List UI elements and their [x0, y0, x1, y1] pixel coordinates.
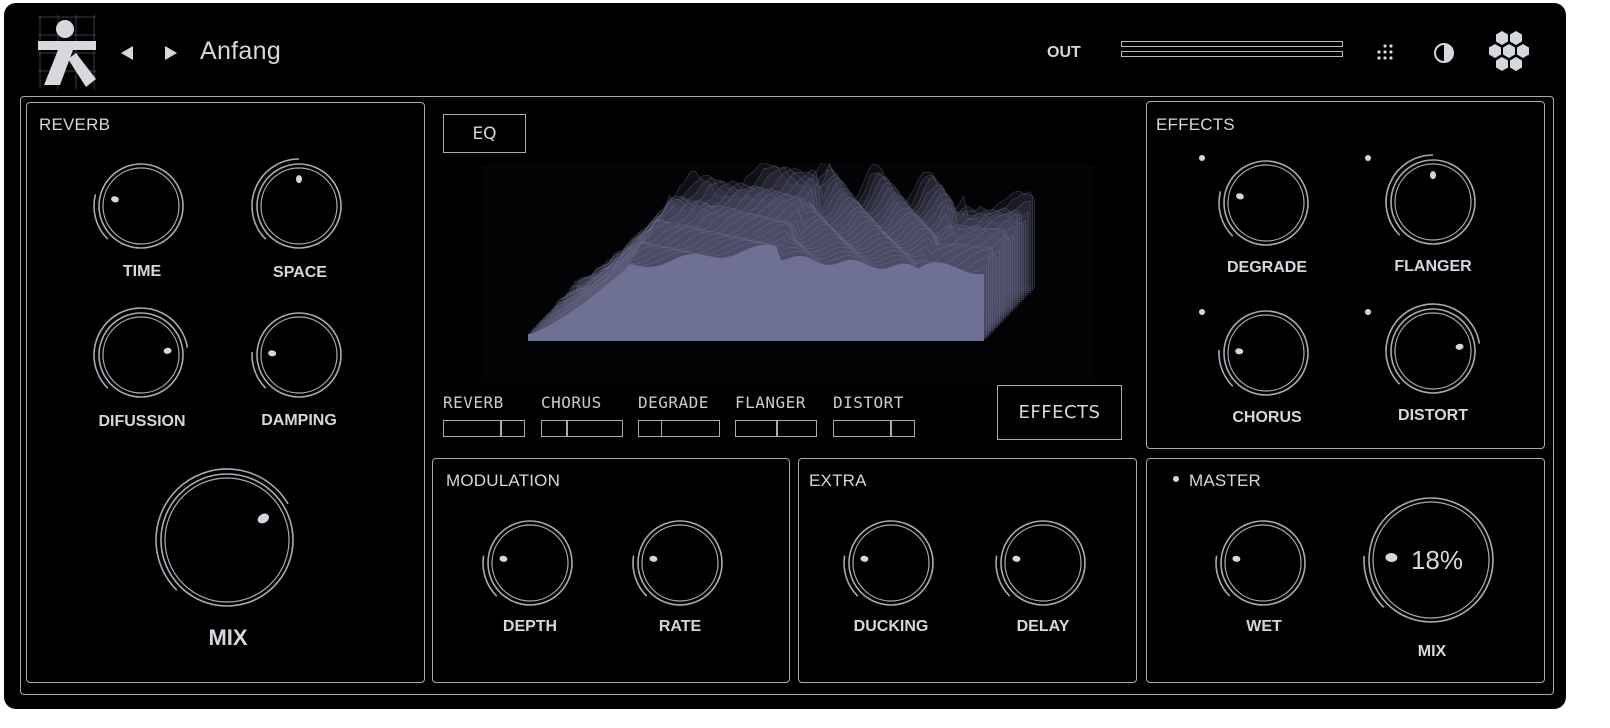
- flanger-enable-toggle[interactable]: [1365, 155, 1371, 161]
- effects-button[interactable]: EFFECTS: [997, 385, 1122, 440]
- flanger-knob[interactable]: [1379, 148, 1487, 256]
- delay-knob[interactable]: [989, 509, 1097, 617]
- fx-send-slider-handle[interactable]: [776, 421, 778, 436]
- master-title: MASTER: [1189, 471, 1262, 490]
- master-mix-knob[interactable]: 18%: [1357, 486, 1505, 634]
- previous-preset-button[interactable]: [116, 41, 138, 65]
- reverb-mix-label: MIX: [208, 625, 248, 650]
- ducking-knob-label: DUCKING: [853, 618, 929, 635]
- fx-send-slider-handle[interactable]: [890, 421, 892, 436]
- output-label: OUT: [1047, 44, 1081, 61]
- output-meter-right: [1121, 51, 1343, 57]
- fx-send-label-flanger: FLANGER: [735, 393, 806, 412]
- brand-logo-icon: [38, 15, 96, 89]
- eq-spectrum-display: [482, 155, 1094, 383]
- ducking-knob[interactable]: [837, 509, 945, 617]
- effects-title: EFFECTS: [1156, 115, 1235, 134]
- fx-send-slider-handle[interactable]: [566, 421, 568, 436]
- master-mix-label: MIX: [1417, 643, 1447, 660]
- fx-send-label-reverb: REVERB: [443, 393, 504, 412]
- rate-knob-label: RATE: [658, 618, 702, 635]
- fx-send-label-degrade: DEGRADE: [638, 393, 709, 412]
- reverb-title: REVERB: [39, 115, 111, 134]
- wet-knob-label: WET: [1246, 618, 1282, 635]
- space-knob[interactable]: [245, 152, 353, 260]
- chorus-enable-toggle[interactable]: [1199, 309, 1205, 315]
- fx-send-slider-handle[interactable]: [500, 421, 502, 436]
- fx-send-slider-degrade[interactable]: [638, 420, 720, 437]
- preset-name[interactable]: Anfang: [200, 37, 281, 66]
- plugin-window: Anfang OUT REVERB TIME SPACE DIFUSSION D…: [4, 3, 1566, 709]
- degrade-enable-toggle[interactable]: [1199, 155, 1205, 161]
- depth-knob-label: DEPTH: [502, 618, 558, 635]
- reverb-mix-knob[interactable]: [149, 462, 305, 618]
- distort-knob-label: DISTORT: [1398, 407, 1468, 424]
- chorus-knob-label: CHORUS: [1232, 409, 1302, 426]
- delay-knob-label: DELAY: [1016, 618, 1070, 635]
- extra-title: EXTRA: [809, 471, 867, 490]
- space-knob-label: SPACE: [273, 264, 327, 281]
- dot-grid-icon[interactable]: [1370, 37, 1402, 69]
- difussion-knob-label: DIFUSSION: [98, 413, 186, 430]
- chorus-knob[interactable]: [1212, 299, 1320, 407]
- time-knob[interactable]: [87, 152, 195, 260]
- damping-knob-label: DAMPING: [261, 412, 337, 429]
- depth-knob[interactable]: [476, 509, 584, 617]
- hexagon-menu-icon[interactable]: [1488, 29, 1530, 73]
- modulation-title: MODULATION: [446, 471, 561, 490]
- distort-knob[interactable]: [1379, 297, 1487, 405]
- degrade-knob-label: DEGRADE: [1226, 259, 1308, 276]
- wet-knob[interactable]: [1209, 509, 1317, 617]
- fx-send-slider-reverb[interactable]: [443, 420, 525, 437]
- fx-send-slider-flanger[interactable]: [735, 420, 817, 437]
- master-mix-value: 18%: [1411, 545, 1463, 575]
- fx-send-slider-chorus[interactable]: [541, 420, 623, 437]
- fx-send-slider-distort[interactable]: [833, 420, 915, 437]
- eq-button[interactable]: EQ: [443, 114, 526, 153]
- output-meter-left: [1121, 41, 1343, 47]
- damping-knob[interactable]: [245, 301, 353, 409]
- fx-send-slider-handle[interactable]: [660, 421, 663, 436]
- fx-send-label-chorus: CHORUS: [541, 393, 602, 412]
- difussion-knob[interactable]: [87, 301, 195, 409]
- contrast-theme-icon[interactable]: [1428, 37, 1460, 69]
- rate-knob[interactable]: [626, 509, 734, 617]
- distort-enable-toggle[interactable]: [1365, 309, 1371, 315]
- time-knob-label: TIME: [122, 263, 162, 280]
- next-preset-button[interactable]: [160, 41, 182, 65]
- fx-send-label-distort: DISTORT: [833, 393, 904, 412]
- master-enable-toggle[interactable]: [1173, 476, 1179, 482]
- flanger-knob-label: FLANGER: [1394, 258, 1472, 275]
- degrade-knob[interactable]: [1212, 149, 1320, 257]
